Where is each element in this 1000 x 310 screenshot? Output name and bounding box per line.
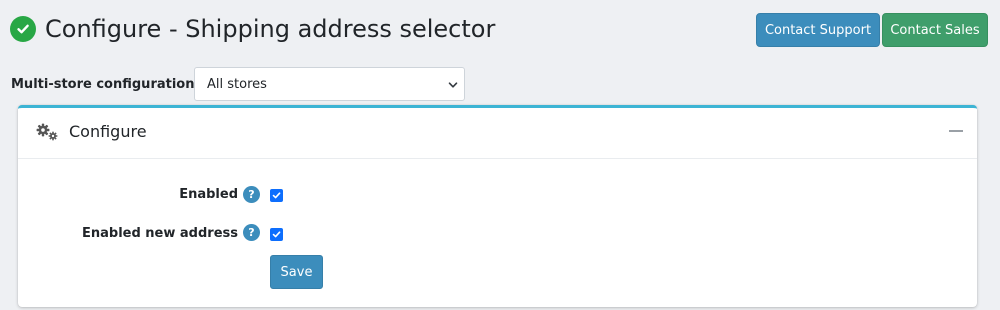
multistore-label: Multi-store configuration for bbox=[11, 77, 221, 92]
enabled-new-address-checkbox[interactable] bbox=[270, 228, 283, 241]
help-icon[interactable]: ? bbox=[243, 186, 260, 203]
card-title: Configure bbox=[69, 122, 147, 141]
configure-card: Configure Enabled ? Enabled new address … bbox=[18, 105, 977, 307]
check-circle-icon bbox=[10, 16, 36, 42]
minus-icon bbox=[949, 130, 963, 132]
contact-support-button[interactable]: Contact Support bbox=[756, 13, 880, 47]
card-header: Configure bbox=[18, 108, 977, 159]
enabled-new-address-label: Enabled new address bbox=[81, 226, 238, 241]
save-button[interactable]: Save bbox=[270, 255, 323, 289]
help-icon[interactable]: ? bbox=[243, 224, 260, 241]
cogs-icon bbox=[36, 123, 60, 145]
page-title: Configure - Shipping address selector bbox=[45, 15, 496, 43]
chevron-down-icon bbox=[448, 79, 458, 94]
multistore-select[interactable]: All stores bbox=[194, 67, 465, 101]
multistore-selected-value: All stores bbox=[207, 76, 267, 92]
contact-sales-button[interactable]: Contact Sales bbox=[882, 13, 988, 47]
enabled-checkbox[interactable] bbox=[270, 189, 283, 202]
collapse-button[interactable] bbox=[943, 120, 969, 142]
enabled-label: Enabled bbox=[179, 187, 238, 202]
